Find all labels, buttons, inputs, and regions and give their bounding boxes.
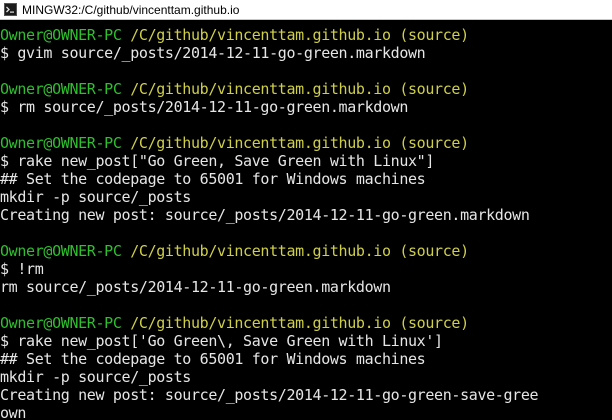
- prompt-user: Owner@OWNER-PC: [0, 80, 122, 98]
- command-line: $ !rm: [0, 260, 44, 278]
- prompt-line: Owner@OWNER-PC /C/github/vincenttam.gith…: [0, 26, 469, 44]
- output-line: Creating new post: source/_posts/2014-12…: [0, 386, 539, 404]
- prompt-line: Owner@OWNER-PC /C/github/vincenttam.gith…: [0, 314, 469, 332]
- output-line: ## Set the codepage to 65001 for Windows…: [0, 170, 426, 188]
- prompt-line: Owner@OWNER-PC /C/github/vincenttam.gith…: [0, 242, 469, 260]
- terminal-output[interactable]: Owner@OWNER-PC /C/github/vincenttam.gith…: [0, 26, 612, 420]
- prompt-line: Owner@OWNER-PC /C/github/vincenttam.gith…: [0, 134, 469, 152]
- prompt-user: Owner@OWNER-PC: [0, 134, 122, 152]
- mingw-terminal-icon: [4, 3, 17, 16]
- prompt-path: /C/github/vincenttam.github.io (source): [121, 26, 469, 44]
- prompt-path: /C/github/vincenttam.github.io (source): [121, 134, 469, 152]
- window-titlebar[interactable]: MINGW32:/C/github/vincenttam.github.io: [0, 0, 612, 20]
- output-line: rm source/_posts/2014-12-11-go-green.mar…: [0, 278, 391, 296]
- command-line: $ rake new_post["Go Green, Save Green wi…: [0, 152, 435, 170]
- command-line: $ gvim source/_posts/2014-12-11-go-green…: [0, 44, 426, 62]
- window-title: MINGW32:/C/github/vincenttam.github.io: [22, 2, 240, 17]
- prompt-user: Owner@OWNER-PC: [0, 314, 122, 332]
- output-line: own: [0, 404, 27, 420]
- prompt-user: Owner@OWNER-PC: [0, 242, 122, 260]
- output-line: Creating new post: source/_posts/2014-12…: [0, 206, 530, 224]
- output-line: ## Set the codepage to 65001 for Windows…: [0, 350, 426, 368]
- output-line: mkdir -p source/_posts: [0, 188, 191, 206]
- prompt-line: Owner@OWNER-PC /C/github/vincenttam.gith…: [0, 80, 469, 98]
- prompt-path: /C/github/vincenttam.github.io (source): [121, 314, 469, 332]
- command-line: $ rake new_post['Go Green\, Save Green w…: [0, 332, 443, 350]
- prompt-user: Owner@OWNER-PC: [0, 26, 122, 44]
- command-line: $ rm source/_posts/2014-12-11-go-green.m…: [0, 98, 408, 116]
- output-line: mkdir -p source/_posts: [0, 368, 191, 386]
- prompt-path: /C/github/vincenttam.github.io (source): [121, 80, 469, 98]
- prompt-path: /C/github/vincenttam.github.io (source): [121, 242, 469, 260]
